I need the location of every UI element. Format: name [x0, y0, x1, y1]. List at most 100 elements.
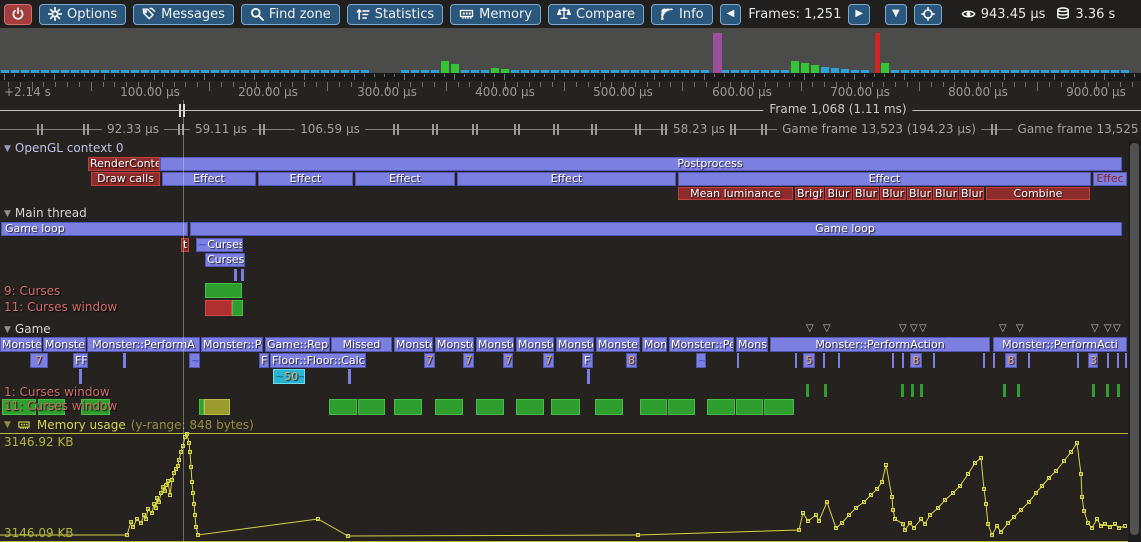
frame-bar[interactable] — [261, 70, 269, 73]
frame-bar[interactable] — [451, 64, 459, 73]
zone-mark[interactable] — [640, 399, 667, 415]
frame-bar[interactable] — [31, 70, 39, 73]
frame-bar[interactable] — [581, 70, 589, 73]
zone-blur[interactable]: Blur — [907, 187, 932, 200]
frame-bar[interactable] — [21, 70, 29, 73]
zone-curses[interactable]: ~Curses — [196, 238, 243, 252]
zone-effec[interactable]: Effec — [1093, 172, 1127, 186]
frame-bar[interactable] — [1081, 70, 1089, 73]
frame-bar[interactable] — [861, 70, 869, 73]
frame-bar[interactable] — [531, 70, 539, 73]
zone-mark[interactable] — [348, 369, 351, 384]
game-frame-label[interactable]: 58.23 μs — [668, 122, 730, 136]
frame-bar[interactable] — [911, 70, 919, 73]
zone-effect[interactable]: Effect — [355, 172, 455, 186]
next-frame-button[interactable]: ▶ — [848, 4, 870, 25]
frame-bar[interactable] — [251, 70, 259, 73]
zone-monste[interactable]: Monste — [516, 337, 554, 352]
zone-mark[interactable] — [241, 269, 244, 281]
message-marker-icon[interactable]: ▽ — [910, 324, 918, 334]
zone-monste[interactable]: Monste — [476, 337, 514, 352]
frame-bar[interactable] — [421, 70, 429, 73]
frame-bar[interactable] — [691, 70, 699, 73]
zone-50[interactable]: ~50~ — [273, 369, 305, 384]
frame-bar[interactable] — [1031, 70, 1039, 73]
message-marker-icon[interactable]: ▽ — [1104, 324, 1112, 334]
game-frame-label[interactable]: 59.11 μs — [190, 122, 252, 136]
frame-bar[interactable] — [171, 70, 179, 73]
zone-mark[interactable] — [435, 399, 463, 415]
frame-bar[interactable] — [551, 70, 559, 73]
zone-blur[interactable]: Blur — [933, 187, 958, 200]
zone-mark[interactable] — [329, 399, 357, 415]
frame-bar[interactable] — [741, 70, 749, 73]
frame-bar[interactable] — [601, 70, 609, 73]
frame-bar[interactable] — [541, 70, 549, 73]
frame-bar[interactable] — [441, 61, 449, 73]
frame-bar[interactable] — [321, 70, 329, 73]
collapse-triangle-icon[interactable]: ▼ — [4, 209, 11, 219]
section-header-memory-usage[interactable]: ▼ Memory usage (y-range: 848 bytes) — [4, 418, 254, 432]
frame-bar[interactable] — [331, 70, 339, 73]
zone-mark[interactable] — [823, 353, 825, 368]
zone-mark[interactable] — [232, 300, 243, 316]
frame-bar[interactable] — [161, 70, 169, 73]
frame-bar[interactable] — [241, 70, 249, 73]
frame-bar[interactable] — [481, 70, 489, 73]
frame-bar[interactable] — [713, 33, 722, 73]
frame-bar[interactable] — [801, 63, 809, 73]
frame-bar[interactable] — [1041, 70, 1049, 73]
frame-bar[interactable] — [881, 63, 889, 73]
zone-mark[interactable] — [79, 369, 82, 384]
frame-bar[interactable] — [401, 70, 409, 73]
section-header-game[interactable]: ▼Game — [4, 322, 51, 336]
frame-bar[interactable] — [981, 70, 989, 73]
frame-ruler-label[interactable]: Frame 1,068 (1.11 ms) — [763, 102, 912, 116]
compare-button[interactable]: Compare — [548, 4, 644, 25]
frame-bar[interactable] — [621, 70, 629, 73]
zone-mark[interactable] — [123, 353, 126, 368]
message-marker-icon[interactable]: ▽ — [899, 324, 907, 334]
frame-bar[interactable] — [301, 70, 309, 73]
frame-bar[interactable] — [821, 67, 829, 73]
zone-mark[interactable] — [358, 399, 385, 415]
frame-bar[interactable] — [681, 70, 689, 73]
frame-bar[interactable] — [701, 70, 709, 73]
zone-[interactable]: ~ — [189, 353, 200, 368]
zone-7[interactable]: 7 — [543, 353, 554, 368]
zone-mark[interactable] — [764, 399, 794, 415]
frame-bar[interactable] — [431, 70, 439, 73]
options-button[interactable]: Options — [39, 4, 126, 25]
zone-mark[interactable] — [993, 353, 995, 368]
zone-mark[interactable] — [737, 353, 739, 368]
frame-bar[interactable] — [1091, 70, 1099, 73]
zone-mark[interactable] — [595, 399, 623, 415]
frame-bar[interactable] — [101, 70, 109, 73]
zoom-menu-button[interactable]: ▼ — [885, 4, 907, 25]
frame-bar[interactable] — [811, 65, 819, 73]
zone-blur[interactable]: Blur — [825, 187, 852, 200]
zone-mark[interactable] — [824, 384, 827, 397]
zone-8[interactable]: 8 — [1005, 353, 1017, 368]
frame-bar[interactable] — [281, 70, 289, 73]
zone-draw-calls[interactable]: Draw calls — [91, 172, 160, 186]
zone-7[interactable]: 7 — [424, 353, 435, 368]
frame-bar[interactable] — [961, 70, 969, 73]
message-marker-icon[interactable]: ▽ — [919, 324, 927, 334]
zone-monste[interactable]: Monste — [394, 337, 433, 352]
frame-bar[interactable] — [461, 70, 469, 73]
frame-bar[interactable] — [721, 70, 729, 73]
zone-mark[interactable] — [551, 399, 580, 415]
frame-bar[interactable] — [1101, 70, 1109, 73]
frame-bar[interactable] — [1, 70, 9, 73]
message-marker-icon[interactable]: ▽ — [823, 324, 831, 334]
zone-blur[interactable]: Blur — [853, 187, 879, 200]
message-marker-icon[interactable]: ▽ — [1016, 324, 1024, 334]
zone-mons[interactable]: Mons — [642, 337, 667, 352]
section-header-opengl-context-0[interactable]: ▼OpenGL context 0 — [4, 141, 123, 155]
frame-bar[interactable] — [761, 70, 769, 73]
frame-bar[interactable] — [891, 70, 899, 73]
frame-bar[interactable] — [521, 70, 529, 73]
frame-bar[interactable] — [1121, 70, 1129, 73]
zone-mark[interactable] — [204, 399, 230, 415]
